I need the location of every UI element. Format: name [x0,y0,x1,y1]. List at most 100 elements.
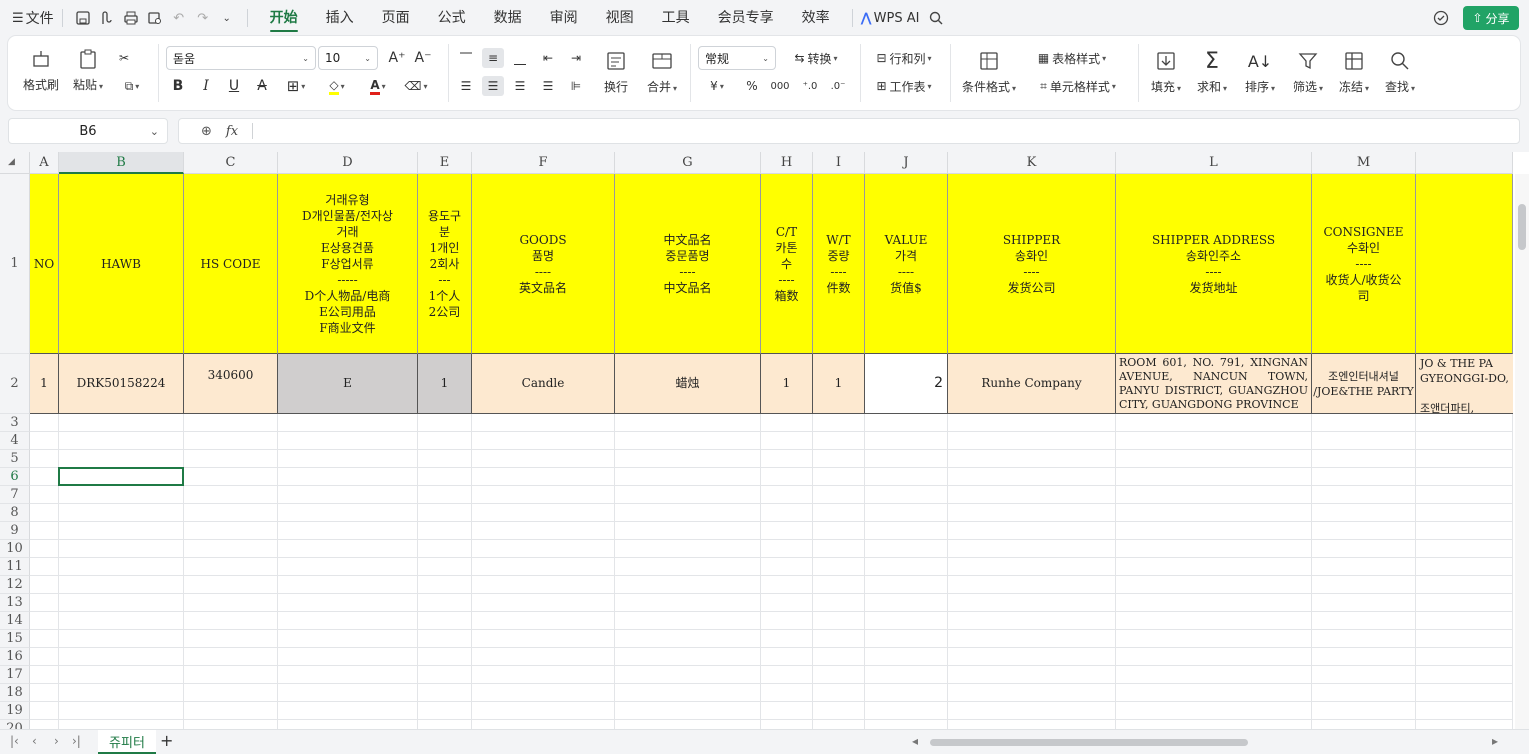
empty-cell[interactable] [278,648,418,666]
align-right-icon[interactable]: ☰ [510,76,530,96]
tab-insert[interactable]: 插入 [312,0,368,36]
data-cell-a[interactable]: 1 [30,354,59,414]
empty-cell[interactable] [30,468,59,486]
empty-cell[interactable] [184,684,278,702]
empty-cell[interactable] [1416,720,1513,729]
empty-cell[interactable] [948,504,1116,522]
row-header[interactable]: 7 [0,486,30,504]
convert-button[interactable]: ⇆ 转换 ▾ [786,48,846,68]
row-header[interactable]: 19 [0,702,30,720]
empty-cell[interactable] [813,486,865,504]
empty-cell[interactable] [1312,468,1416,486]
decrease-font-icon[interactable]: A⁻ [412,48,434,68]
column-header[interactable]: H [761,152,813,174]
header-cell-j[interactable]: VALUE 가격 ---- 货值$ [865,174,948,354]
border-button[interactable]: ⊞ ▾ [280,76,312,96]
empty-cell[interactable] [761,414,813,432]
empty-cell[interactable] [278,468,418,486]
empty-cell[interactable] [615,684,761,702]
empty-cell[interactable] [948,612,1116,630]
empty-cell[interactable] [813,414,865,432]
row-header[interactable]: 11 [0,558,30,576]
empty-cell[interactable] [615,648,761,666]
empty-cell[interactable] [59,450,184,468]
empty-cell[interactable] [865,612,948,630]
empty-cell[interactable] [948,414,1116,432]
empty-cell[interactable] [761,594,813,612]
empty-cell[interactable] [472,576,615,594]
empty-cell[interactable] [472,486,615,504]
column-header[interactable]: D [278,152,418,174]
empty-cell[interactable] [184,468,278,486]
data-cell-b[interactable]: DRK50158224 [59,354,184,414]
empty-cell[interactable] [813,720,865,729]
data-cell-k[interactable]: Runhe Company [948,354,1116,414]
header-cell-a[interactable]: NO [30,174,59,354]
row-header[interactable]: 9 [0,522,30,540]
empty-cell[interactable] [59,630,184,648]
empty-cell[interactable] [865,486,948,504]
increase-indent-icon[interactable]: ⇥ [566,48,586,68]
empty-cell[interactable] [59,414,184,432]
empty-cell[interactable] [59,504,184,522]
empty-cell[interactable] [761,702,813,720]
column-header[interactable]: G [615,152,761,174]
empty-cell[interactable] [278,432,418,450]
empty-cell[interactable] [30,648,59,666]
empty-cell[interactable] [472,648,615,666]
font-color-button[interactable]: A ▾ [362,76,394,96]
row-header[interactable]: 18 [0,684,30,702]
empty-cell[interactable] [948,540,1116,558]
column-header[interactable]: A [30,152,59,174]
empty-cell[interactable] [278,576,418,594]
header-cell-m[interactable]: CONSIGNEE 수화인 ---- 收货人/收货公 司 [1312,174,1416,354]
empty-cell[interactable] [418,720,472,729]
empty-cell[interactable] [278,486,418,504]
empty-cell[interactable] [813,504,865,522]
sort-button[interactable]: A↓ 排序 ▾ [1238,48,1282,95]
empty-cell[interactable] [59,684,184,702]
clear-format-button[interactable]: ⌫ ▾ [400,76,432,96]
empty-cell[interactable] [59,720,184,729]
empty-cell[interactable] [1416,468,1513,486]
empty-cell[interactable] [1312,576,1416,594]
empty-cell[interactable] [472,432,615,450]
row-header[interactable]: 12 [0,576,30,594]
empty-cell[interactable] [59,666,184,684]
row-header[interactable]: 3 [0,414,30,432]
header-cell-c[interactable]: HS CODE [184,174,278,354]
empty-cell[interactable] [184,540,278,558]
empty-cell[interactable] [1416,558,1513,576]
empty-cell[interactable] [865,576,948,594]
empty-cell[interactable] [278,450,418,468]
empty-cell[interactable] [761,558,813,576]
empty-cell[interactable] [1416,522,1513,540]
empty-cell[interactable] [278,720,418,729]
align-middle-icon[interactable]: ≡ [482,48,504,68]
empty-cell[interactable] [184,594,278,612]
empty-cell[interactable] [948,648,1116,666]
row-header[interactable]: 1 [0,174,30,354]
empty-cell[interactable] [948,450,1116,468]
empty-cell[interactable] [948,594,1116,612]
wps-ai-button[interactable]: ⋀ WPS AI [861,11,920,26]
empty-cell[interactable] [1416,486,1513,504]
empty-cell[interactable] [1116,540,1312,558]
name-box[interactable]: B6 ⌄ [8,118,168,144]
empty-cell[interactable] [1312,414,1416,432]
empty-cell[interactable] [615,612,761,630]
tab-review[interactable]: 审阅 [536,0,592,36]
empty-cell[interactable] [30,612,59,630]
empty-cell[interactable] [1116,468,1312,486]
empty-cell[interactable] [472,522,615,540]
empty-cell[interactable] [472,666,615,684]
fill-button[interactable]: 填充 ▾ [1146,48,1186,95]
empty-cell[interactable] [761,468,813,486]
share-button[interactable]: ⇧ 分享 [1463,6,1519,30]
empty-cell[interactable] [59,612,184,630]
empty-cell[interactable] [761,720,813,729]
empty-cell[interactable] [30,414,59,432]
filter-button[interactable]: 筛选 ▾ [1286,48,1330,95]
empty-cell[interactable] [813,630,865,648]
empty-cell[interactable] [59,522,184,540]
